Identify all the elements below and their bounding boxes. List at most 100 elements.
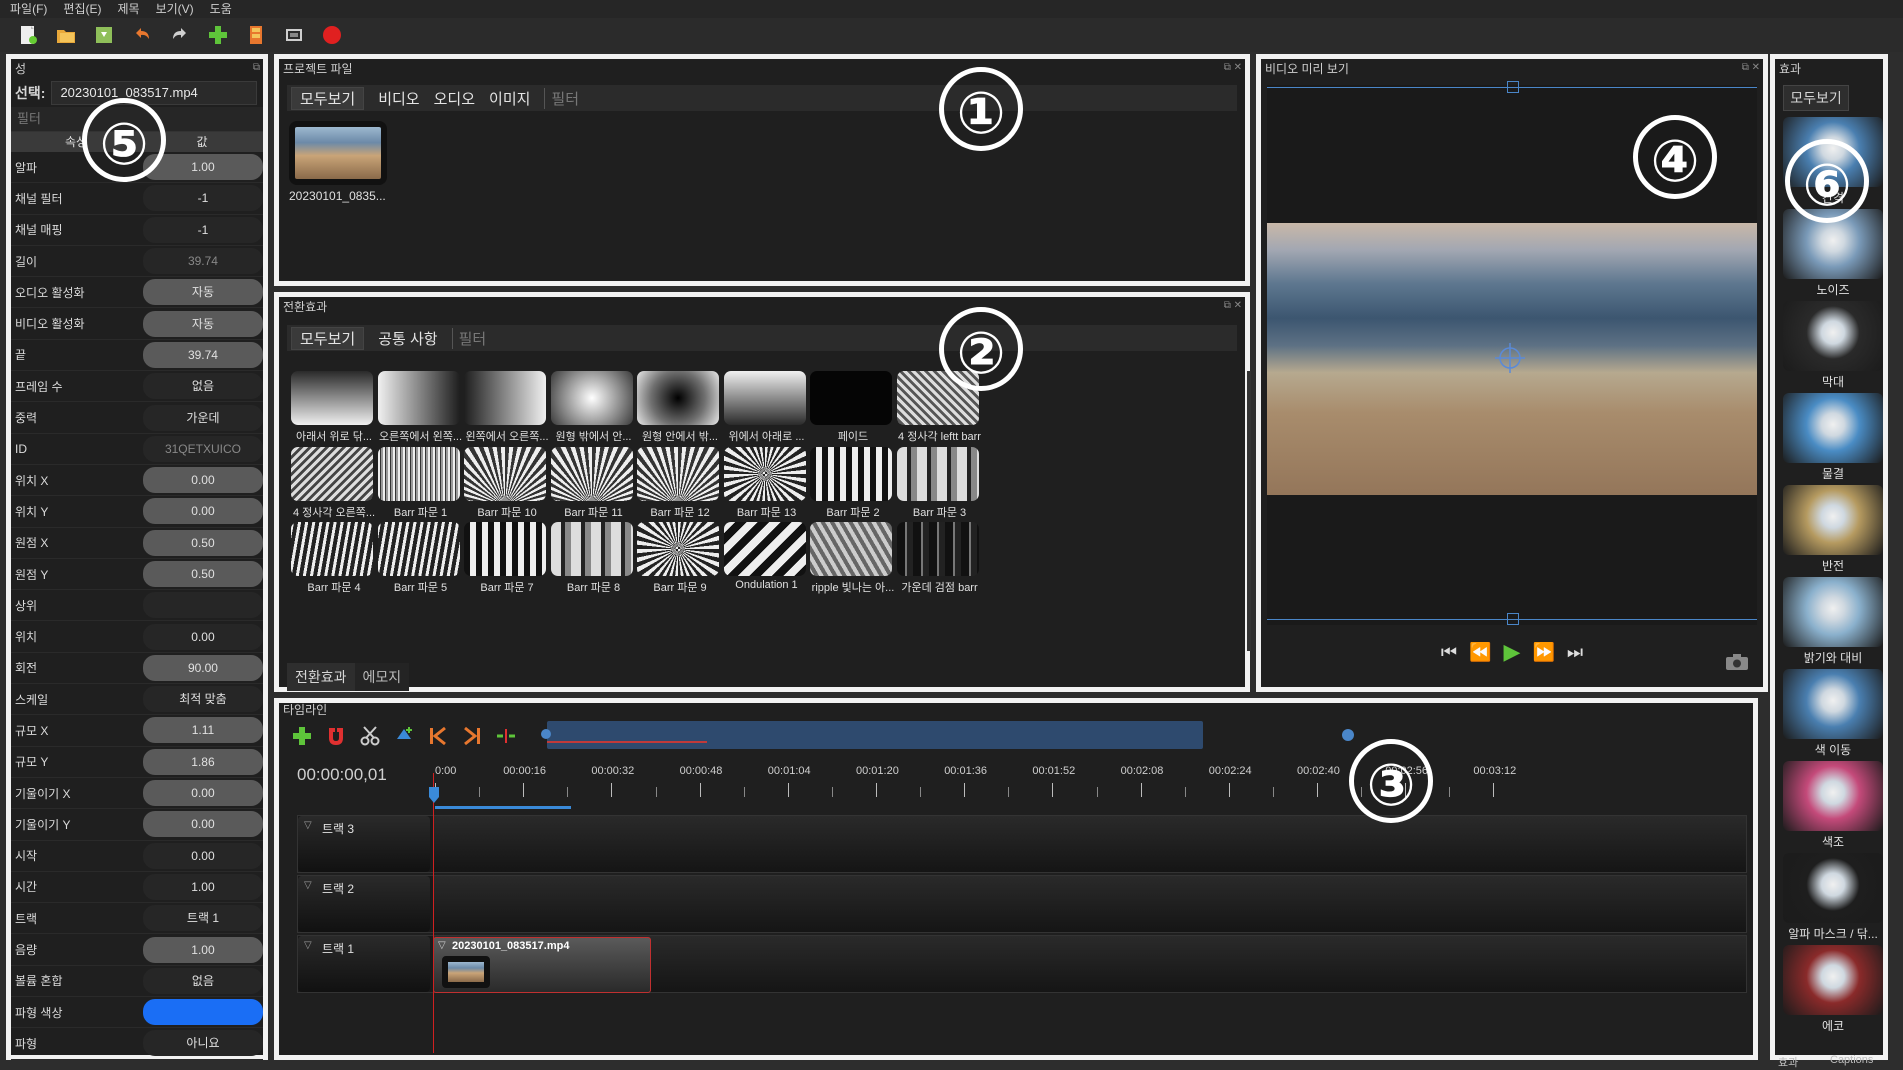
property-row[interactable]: 음량 1.00 [11,934,263,966]
property-value[interactable]: 0.00 [142,842,263,869]
time-ruler[interactable]: 0:00 00:00:16 00:00:32 00:00:48 00:01:04 00:0… [279,695,1749,797]
dock-float-icon[interactable]: ⧉ ✕ [1224,62,1242,73]
menu-item-1[interactable]: 편집(E) [63,0,101,18]
property-row[interactable]: 기울이기 X 0.00 [11,778,263,810]
property-value[interactable]: 자동 [142,310,263,337]
property-value[interactable]: 1.00 [142,873,263,900]
tab-video[interactable]: 비디오 [378,88,419,109]
property-row[interactable]: 비디오 활성화 자동 [11,308,263,340]
property-value[interactable]: 0.00 [142,780,263,807]
clip-collapse-icon[interactable]: ▽ [438,940,446,951]
effects-tab-show-all[interactable]: 모두보기 [1783,85,1849,111]
property-value[interactable]: 0.00 [142,467,263,494]
menu-item-0[interactable]: 파일(F) [10,0,47,18]
jump-start-icon[interactable]: ⏮ [1441,642,1457,663]
property-row[interactable]: 규모 Y 1.86 [11,747,263,778]
property-value[interactable]: 39.74 [142,341,263,368]
transition-item[interactable]: 가운데 검점 barr [896,522,999,610]
property-row[interactable]: 끝 39.74 [11,340,263,372]
property-value[interactable]: 0.50 [142,561,263,587]
file-item[interactable]: 20230101_0835... [289,121,389,203]
save-project-icon[interactable] [92,23,116,47]
selection-dropdown[interactable]: 20230101_083517.mp4 [51,81,258,105]
snapshot-camera-icon[interactable] [1725,653,1749,671]
property-row[interactable]: 파형 색상 [11,997,263,1029]
property-value[interactable]: 최적 맞춤 [142,686,263,713]
property-row[interactable]: 위치 Y 0.00 [11,496,263,528]
property-row[interactable]: 위치 0.00 [11,621,263,653]
property-row[interactable]: 상위 [11,590,263,622]
property-row[interactable]: 채널 매핑 -1 [11,215,263,246]
track-header[interactable]: 트랙 2 ▽ [298,876,430,932]
play-icon[interactable]: ▶ [1504,639,1521,665]
property-value[interactable]: 트랙 1 [142,905,263,932]
export-video-icon[interactable] [320,23,344,47]
property-row[interactable]: 채널 필터 -1 [11,183,263,215]
effect-item[interactable]: 색조 [1783,761,1883,850]
crop-handle-top[interactable] [1507,81,1519,93]
playhead-handle-icon[interactable] [427,787,441,803]
timeline-track[interactable]: 트랙 3 ▽ [297,815,1747,873]
track-collapse-icon[interactable]: ▽ [304,880,312,891]
property-value[interactable]: 1.86 [142,748,263,775]
timeline-track[interactable]: 트랙 2 ▽ [297,875,1747,933]
menu-item-4[interactable]: 도움 [210,0,232,18]
undo-icon[interactable] [130,23,154,47]
property-value[interactable]: 가운데 [142,404,263,431]
tab-image[interactable]: 이미지 [489,88,530,109]
track-collapse-icon[interactable]: ▽ [304,940,312,951]
tab-emoji[interactable]: 에모지 [354,663,410,691]
crop-handle-bottom[interactable] [1507,613,1519,625]
property-row[interactable]: 원점 Y 0.50 [11,559,263,591]
property-row[interactable]: 위치 X 0.00 [11,465,263,497]
property-value[interactable]: 0.50 [142,529,263,556]
tab-audio[interactable]: 오디오 [434,88,475,109]
property-value[interactable]: 없음 [142,967,263,994]
fast-forward-icon[interactable]: ⏩ [1532,642,1554,663]
property-value[interactable]: 0.00 [142,498,263,525]
property-row[interactable]: 중력 가운데 [11,402,263,434]
property-value[interactable]: 39.74 [142,248,263,275]
playhead-line[interactable] [433,773,434,1053]
property-row[interactable]: 길이 39.74 [11,246,263,278]
fullscreen-icon[interactable] [282,23,306,47]
property-value[interactable]: -1 [142,216,263,243]
track-header[interactable]: 트랙 3 ▽ [298,816,430,872]
property-value[interactable] [142,999,263,1026]
effect-item[interactable]: 에코 [1783,945,1883,1034]
open-project-icon[interactable] [54,23,78,47]
menu-item-3[interactable]: 보기(V) [156,0,194,18]
timeline-clip[interactable]: ▽ 20230101_083517.mp4 [433,937,651,993]
effect-item[interactable]: 알파 마스크 / 닦... [1783,853,1883,942]
property-row[interactable]: 기울이기 Y 0.00 [11,809,263,841]
property-value[interactable]: 아니요 [142,1030,263,1057]
property-value[interactable]: 0.00 [142,811,263,838]
property-row[interactable]: 시작 0.00 [11,841,263,872]
dock-float-icon[interactable]: ⧉ ✕ [1742,62,1760,73]
property-value[interactable]: 1.00 [142,936,263,963]
dock-float-icon[interactable]: ⧉ ✕ [1224,300,1242,311]
effect-item[interactable]: 밝기와 대비 [1783,577,1883,666]
bottom-tab-effects[interactable]: 효과 [1778,1054,1798,1070]
effect-item[interactable]: 물결 [1783,393,1883,482]
property-value[interactable]: 없음 [142,373,263,400]
new-project-icon[interactable] [16,23,40,47]
rewind-icon[interactable]: ⏪ [1469,642,1491,663]
jump-end-icon[interactable]: ⏭ [1567,642,1583,663]
property-row[interactable]: ID 31QETXUICO [11,434,263,465]
transitions-filter-input[interactable]: 필터 [451,327,486,349]
transitions-scrollbar[interactable] [1247,371,1251,651]
property-value[interactable]: 0.00 [142,623,263,650]
property-row[interactable]: 프레임 수 없음 [11,371,263,403]
property-row[interactable]: 회전 90.00 [11,653,263,685]
import-files-icon[interactable] [206,23,230,47]
track-body[interactable] [434,816,1746,872]
crosshair-icon[interactable] [1495,343,1525,373]
tab-transitions[interactable]: 전환효과 [287,663,355,691]
property-row[interactable]: 규모 X 1.11 [11,715,263,747]
property-value[interactable]: 1.11 [142,717,263,744]
tab-show-all[interactable]: 모두보기 [291,326,365,350]
property-row[interactable]: 시간 1.00 [11,872,263,904]
effect-item[interactable]: 막대 [1783,301,1883,390]
track-header[interactable]: 트랙 1 ▽ [298,936,430,992]
